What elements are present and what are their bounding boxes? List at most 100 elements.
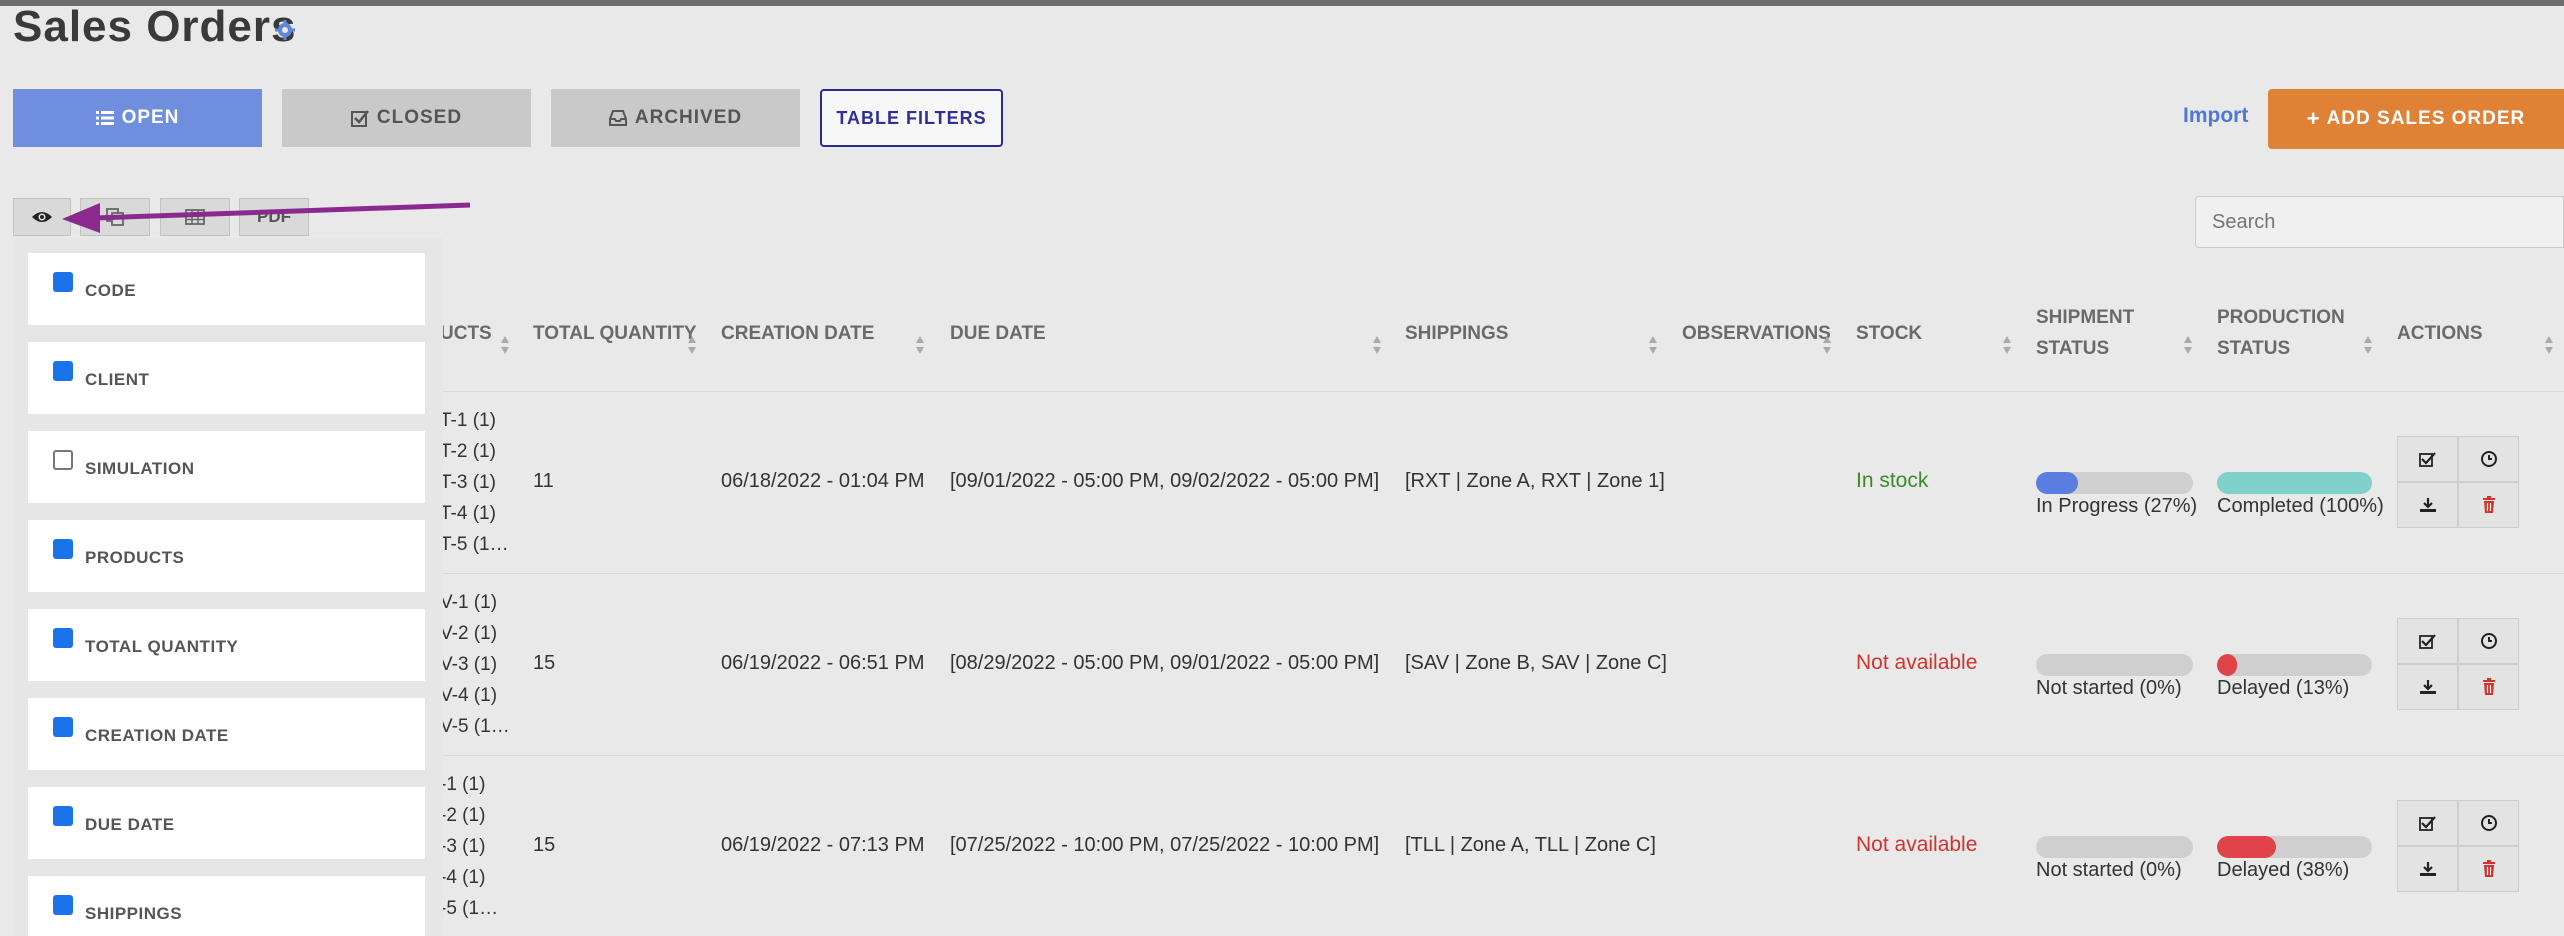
- sort-icon[interactable]: [915, 334, 925, 356]
- shipment-progress-bar: [2036, 472, 2193, 494]
- column-option-creation-date[interactable]: CREATION DATE: [28, 698, 425, 770]
- column-option-client[interactable]: CLIENT: [28, 342, 425, 414]
- production-status-label: Completed (100%): [2217, 495, 2384, 517]
- table-filters-button[interactable]: TABLE FILTERS: [820, 89, 1003, 147]
- sort-icon[interactable]: [2183, 334, 2193, 356]
- stock-cell: Not available: [1856, 651, 1978, 674]
- excel-export-button[interactable]: [160, 198, 230, 236]
- approve-check-icon: [2418, 451, 2437, 467]
- clock-button[interactable]: [2458, 800, 2519, 846]
- pdf-export-button[interactable]: PDF: [239, 198, 309, 236]
- tab-archived[interactable]: ARCHIVED: [551, 89, 800, 147]
- column-option-code[interactable]: CODE: [28, 253, 425, 325]
- clock-button[interactable]: [2458, 618, 2519, 664]
- sort-icon[interactable]: [687, 334, 697, 356]
- checkbox-unchecked[interactable]: [53, 450, 73, 470]
- search-input[interactable]: [2195, 196, 2564, 248]
- sort-icon[interactable]: [1648, 334, 1658, 356]
- add-sales-order-button[interactable]: + ADD SALES ORDER: [2268, 89, 2564, 149]
- shippings-cell: [RXT | Zone A, RXT | Zone 1]: [1405, 470, 1665, 492]
- header-line: STATUS: [2217, 338, 2291, 359]
- tab-closed[interactable]: CLOSED: [282, 89, 531, 147]
- column-option-label: TOTAL QUANTITY: [85, 637, 239, 656]
- shippings-cell: [TLL | Zone A, TLL | Zone C]: [1405, 834, 1656, 856]
- checkbox-checked[interactable]: [53, 361, 73, 381]
- total-quantity-cell: 11: [533, 470, 554, 492]
- download-button[interactable]: [2397, 664, 2458, 710]
- header-line: STATUS: [2036, 338, 2110, 359]
- download-button[interactable]: [2397, 482, 2458, 528]
- column-header-stock[interactable]: STOCK: [1856, 318, 1922, 349]
- product-line: -1 (1): [440, 774, 486, 795]
- column-visibility-button[interactable]: [13, 198, 71, 236]
- download-button[interactable]: [2397, 846, 2458, 892]
- column-option-products[interactable]: PRODUCTS: [28, 520, 425, 592]
- column-option-label: CODE: [85, 281, 137, 300]
- column-header-total-quantity[interactable]: TOTAL QUANTITY: [533, 318, 697, 349]
- tab-open-label: OPEN: [121, 107, 180, 128]
- sort-icon[interactable]: [1372, 334, 1382, 356]
- checkbox-checked[interactable]: [53, 895, 73, 915]
- shipment-progress-bar: [2036, 654, 2193, 676]
- clock-button[interactable]: [2458, 436, 2519, 482]
- checkbox-checked[interactable]: [53, 272, 73, 292]
- product-line: -4 (1): [440, 867, 486, 888]
- shippings-cell: [SAV | Zone B, SAV | Zone C]: [1405, 652, 1667, 674]
- checkbox-checked[interactable]: [53, 717, 73, 737]
- approve-check-button[interactable]: [2397, 436, 2458, 482]
- stock-cell: Not available: [1856, 833, 1978, 856]
- column-option-total-quantity[interactable]: TOTAL QUANTITY: [28, 609, 425, 681]
- production-progress-fill: [2217, 472, 2372, 494]
- trash-button[interactable]: [2458, 846, 2519, 892]
- add-sales-order-label: ADD SALES ORDER: [2326, 108, 2526, 129]
- trash-button[interactable]: [2458, 664, 2519, 710]
- download-icon: [2419, 497, 2437, 513]
- list-icon: [95, 111, 114, 125]
- tab-closed-label: CLOSED: [376, 107, 463, 128]
- column-header-creation-date[interactable]: CREATION DATE: [721, 318, 874, 349]
- checkbox-checked[interactable]: [53, 806, 73, 826]
- column-header-production-status[interactable]: PRODUCTION STATUS: [2217, 302, 2345, 364]
- copy-button[interactable]: [80, 198, 150, 236]
- creation-date-cell: 06/18/2022 - 01:04 PM: [721, 470, 925, 492]
- column-header-shippings[interactable]: SHIPPINGS: [1405, 318, 1508, 349]
- column-option-label: CLIENT: [85, 370, 150, 389]
- import-link[interactable]: Import: [2183, 104, 2248, 128]
- page-title: Sales Orders: [13, 2, 297, 51]
- column-header-due-date[interactable]: DUE DATE: [950, 318, 1046, 349]
- tab-open[interactable]: OPEN: [13, 89, 262, 147]
- creation-date-cell: 06/19/2022 - 06:51 PM: [721, 652, 925, 674]
- sort-icon[interactable]: [1822, 334, 1832, 356]
- trash-icon: [2481, 860, 2497, 878]
- column-option-shippings[interactable]: SHIPPINGS: [28, 876, 425, 936]
- sort-icon[interactable]: [500, 334, 510, 356]
- column-header-observations[interactable]: OBSERVATIONS: [1682, 318, 1831, 349]
- checkbox-checked[interactable]: [53, 539, 73, 559]
- approve-check-button[interactable]: [2397, 618, 2458, 664]
- shipment-status-label: In Progress (27%): [2036, 495, 2198, 517]
- clock-icon: [2480, 814, 2498, 832]
- product-line: V-3 (1): [440, 654, 498, 675]
- product-line: T-2 (1): [440, 441, 496, 462]
- column-option-due-date[interactable]: DUE DATE: [28, 787, 425, 859]
- production-status-label: Delayed (13%): [2217, 677, 2350, 699]
- column-option-simulation[interactable]: SIMULATION: [28, 431, 425, 503]
- sort-icon[interactable]: [2002, 334, 2012, 356]
- clock-icon: [2480, 450, 2498, 468]
- column-visibility-dropdown: CODE CLIENT SIMULATION PRODUCTS TOTAL QU…: [13, 238, 443, 936]
- total-quantity-cell: 15: [533, 834, 556, 856]
- table-icon: [185, 209, 205, 225]
- due-date-cell: [07/25/2022 - 10:00 PM, 07/25/2022 - 10:…: [950, 834, 1380, 856]
- eye-icon: [32, 212, 52, 222]
- approve-check-button[interactable]: [2397, 800, 2458, 846]
- approve-check-icon: [2418, 633, 2437, 649]
- checkbox-checked[interactable]: [53, 628, 73, 648]
- sort-icon[interactable]: [2544, 334, 2554, 356]
- product-line: T-1 (1): [440, 410, 496, 431]
- total-quantity-cell: 15: [533, 652, 556, 674]
- sort-icon[interactable]: [2363, 334, 2373, 356]
- trash-button[interactable]: [2458, 482, 2519, 528]
- gear-icon[interactable]: [275, 20, 295, 40]
- column-header-products[interactable]: UCTS: [440, 318, 492, 349]
- column-header-shipment-status[interactable]: SHIPMENT STATUS: [2036, 302, 2134, 364]
